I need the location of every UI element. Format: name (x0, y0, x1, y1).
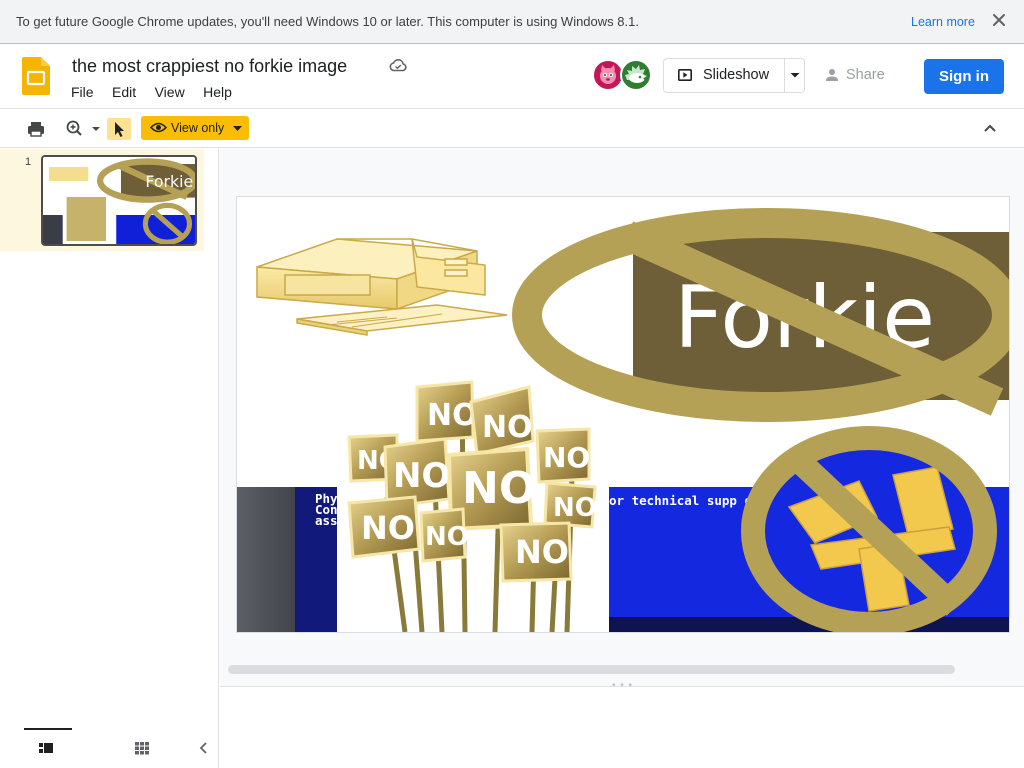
filmstrip-footer (0, 728, 219, 768)
chevron-down-icon (233, 126, 242, 131)
slideshow-label: Slideshow (703, 67, 770, 83)
svg-text:NO: NO (515, 533, 569, 571)
infobar-message: To get future Google Chrome updates, you… (16, 14, 639, 29)
chevron-down-icon (790, 73, 800, 78)
print-button[interactable] (25, 118, 47, 140)
share-label: Share (846, 67, 885, 83)
slide-canvas: Phy Con ass or technical supp grou furt (237, 197, 1009, 632)
list-view-icon[interactable] (38, 740, 54, 756)
sign-in-button[interactable]: Sign in (924, 59, 1004, 94)
slide-thumbnail-image: Forkie (43, 157, 195, 244)
svg-text:NO: NO (553, 493, 597, 523)
share-button[interactable]: Share (814, 58, 904, 93)
select-pointer-icon (115, 122, 124, 137)
no-sign: NO (543, 481, 597, 529)
collapse-up-icon (984, 124, 996, 132)
cloud-saved-icon[interactable] (389, 58, 407, 72)
grid-view-icon[interactable] (134, 740, 150, 756)
no-sign: NO (347, 495, 421, 559)
svg-text:NO: NO (425, 522, 469, 552)
slideshow-button[interactable]: Slideshow (664, 59, 784, 92)
active-view-indicator (24, 728, 72, 730)
slideshow-options-button[interactable] (785, 59, 805, 92)
slideshow-button-group: Slideshow (663, 58, 805, 93)
bsod-line: ass (315, 513, 338, 528)
view-only-label: View only (171, 121, 225, 135)
menu-edit[interactable]: Edit (105, 84, 143, 100)
app-header: the most crappiest no forkie image File … (0, 45, 1024, 109)
print-icon (28, 122, 44, 137)
slide-number: 1 (25, 156, 32, 168)
viewer-avatar[interactable] (620, 59, 652, 91)
no-sign: NO (499, 521, 573, 583)
select-tool-button[interactable] (107, 118, 131, 140)
no-sign: NO (535, 427, 591, 484)
no-sign: NO (415, 380, 478, 443)
svg-text:NO: NO (361, 509, 415, 547)
no-sign: NO (419, 507, 469, 563)
toolbar: View only (0, 110, 1024, 148)
forkie-thumb-text: Forkie (145, 172, 193, 191)
zoom-icon (66, 120, 100, 136)
eye-icon (150, 122, 167, 133)
chrome-update-infobar: To get future Google Chrome updates, you… (0, 0, 1024, 44)
google-slides-logo[interactable] (22, 57, 50, 95)
view-only-dropdown[interactable]: View only (141, 116, 249, 140)
slide-canvas-area: Phy Con ass or technical supp grou furt (220, 149, 1024, 686)
share-person-icon (826, 69, 838, 81)
document-title[interactable]: the most crappiest no forkie image (72, 56, 347, 77)
no-four-image (741, 426, 997, 632)
collapse-left-icon[interactable] (196, 739, 212, 757)
menu-view[interactable]: View (148, 84, 192, 100)
hedgehog-avatar-icon (625, 65, 647, 83)
learn-more-link[interactable]: Learn more (911, 15, 975, 29)
hide-menus-button[interactable] (979, 118, 1001, 140)
menu-file[interactable]: File (64, 84, 101, 100)
slide-filmstrip: 1 Forkie (0, 149, 219, 768)
svg-text:NO: NO (462, 463, 536, 514)
speaker-notes-area (220, 687, 1024, 768)
desktop-computer-image (256, 238, 508, 336)
horizontal-scrollbar[interactable] (228, 665, 955, 674)
filmstrip-slide-selected[interactable]: 1 Forkie (0, 149, 204, 251)
menu-bar: File Edit View Help (64, 84, 239, 104)
svg-text:NO: NO (393, 456, 450, 496)
menu-help[interactable]: Help (196, 84, 239, 100)
play-slideshow-icon (678, 69, 692, 81)
close-icon[interactable] (990, 11, 1008, 29)
no-forkie-image: Forkie (512, 208, 1009, 422)
svg-text:NO: NO (482, 410, 533, 445)
svg-text:NO: NO (543, 441, 590, 474)
no-sign: NO (383, 437, 451, 509)
slide-content: Phy Con ass or technical supp grou furt (237, 208, 1009, 632)
zoom-button[interactable] (64, 118, 104, 140)
cat-avatar-icon (600, 65, 616, 84)
slide-thumbnail[interactable]: Forkie (41, 155, 197, 246)
